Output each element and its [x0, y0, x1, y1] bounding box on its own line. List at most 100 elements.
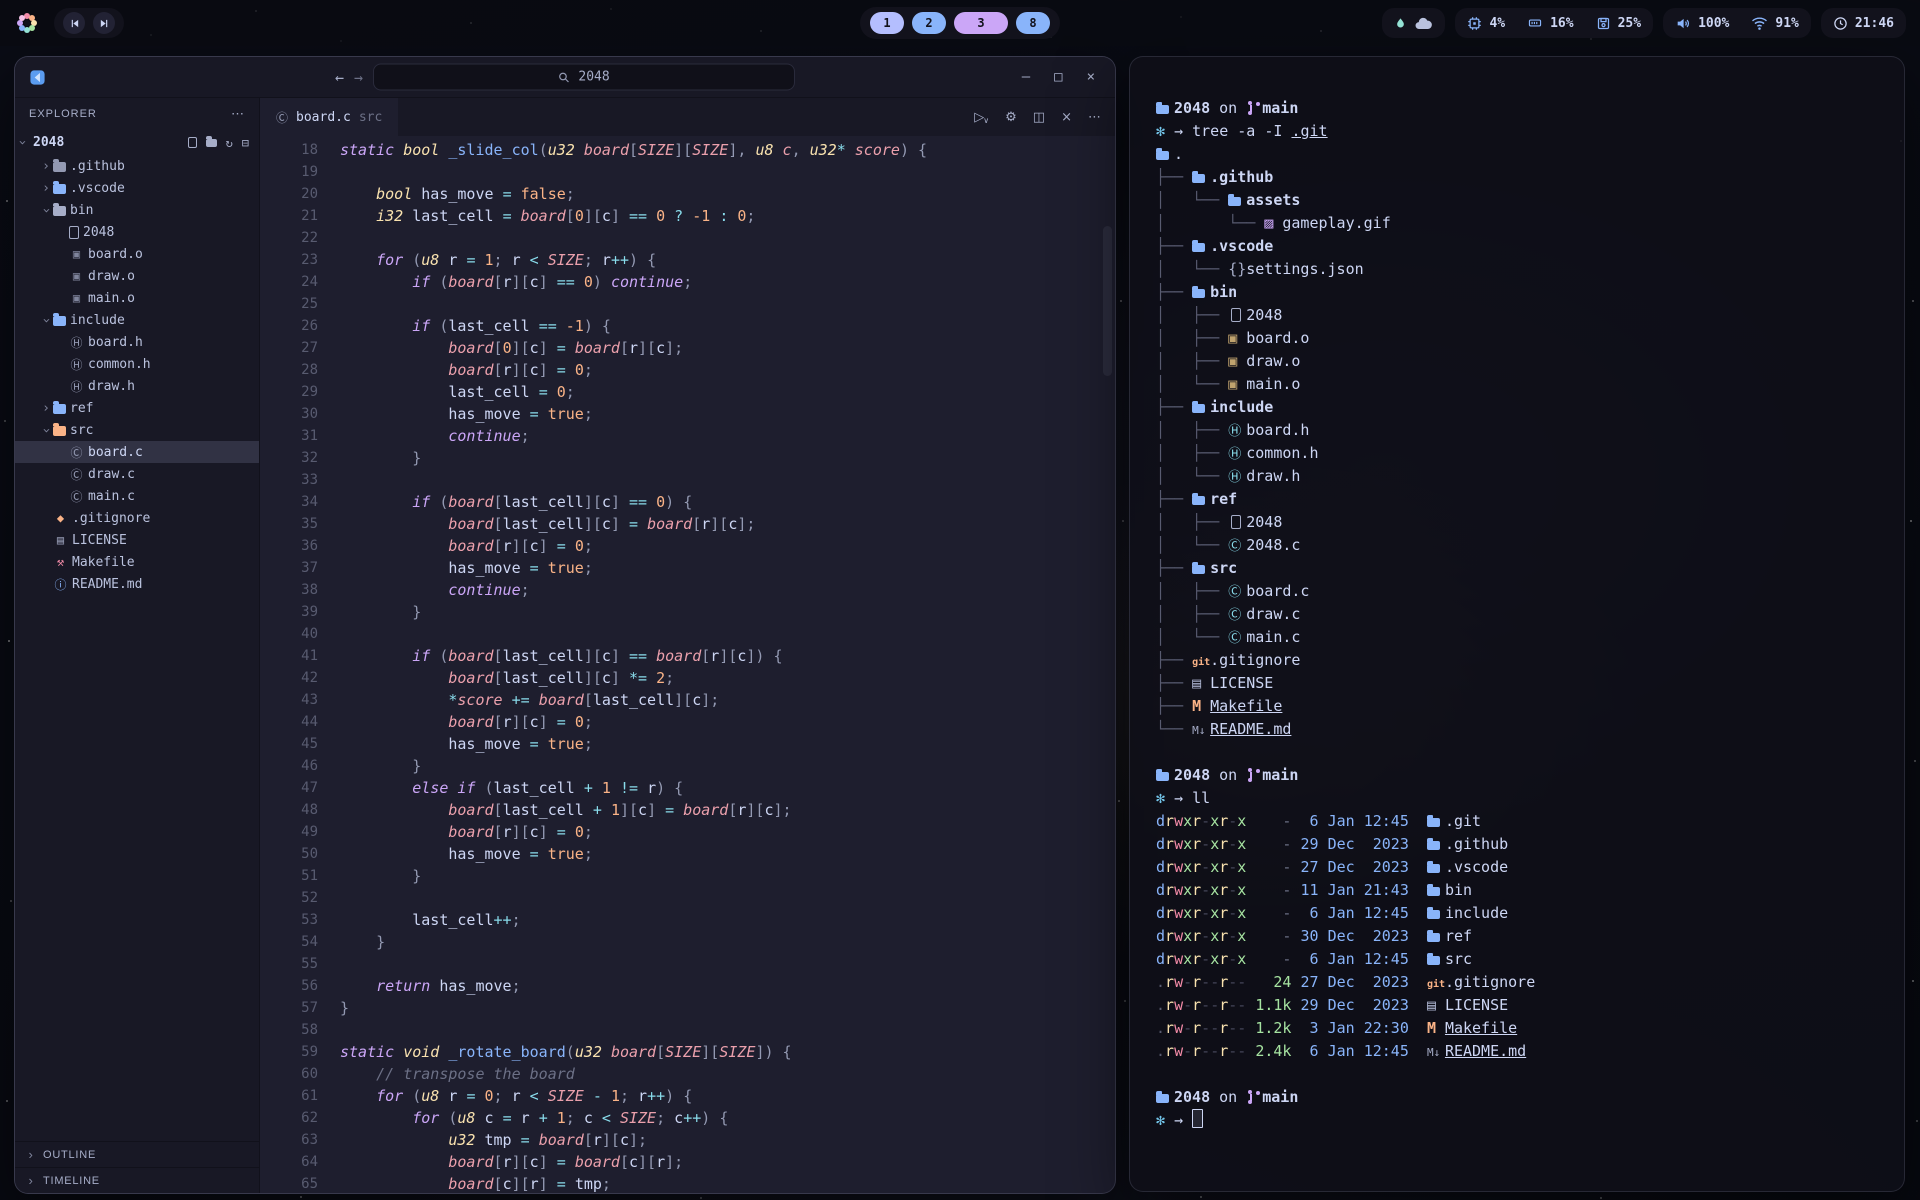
code-line[interactable]: 53 last_cell++;	[260, 909, 1115, 931]
system-logo-icon[interactable]	[14, 10, 40, 36]
media-next-button[interactable]	[93, 12, 115, 34]
code-line[interactable]: 51 }	[260, 865, 1115, 887]
code-line[interactable]: 62 for (u8 c = r + 1; c < SIZE; c++) {	[260, 1107, 1115, 1129]
explorer-item-board-h[interactable]: Ⓗboard.h	[15, 331, 259, 353]
explorer-item-2048[interactable]: 2048	[15, 221, 259, 243]
explorer-item-include[interactable]: ›include	[15, 309, 259, 331]
code-line[interactable]: 41 if (board[last_cell][c] == board[r][c…	[260, 645, 1115, 667]
workspace-1[interactable]: 1	[870, 12, 904, 34]
audio-network-widget[interactable]: 100% 91%	[1663, 8, 1811, 38]
code-line[interactable]: 46 }	[260, 755, 1115, 777]
workspace-3[interactable]: 3	[954, 12, 1008, 34]
code-line[interactable]: 52	[260, 887, 1115, 909]
explorer-item-readme-md[interactable]: ⓘREADME.md	[15, 573, 259, 595]
run-button[interactable]: ▷∨	[974, 110, 989, 125]
code-line[interactable]: 54 }	[260, 931, 1115, 953]
code-line[interactable]: 31 continue;	[260, 425, 1115, 447]
close-editor-icon[interactable]: ×	[1061, 110, 1072, 125]
code-line[interactable]: 55	[260, 953, 1115, 975]
explorer-item-gitignore[interactable]: ◆.gitignore	[15, 507, 259, 529]
editor-titlebar[interactable]: ← → 2048 – □ ×	[15, 57, 1115, 98]
code-line[interactable]: 23 for (u8 r = 1; r < SIZE; r++) {	[260, 249, 1115, 271]
explorer-item-bin[interactable]: ›bin	[15, 199, 259, 221]
code-line[interactable]: 24 if (board[r][c] == 0) continue;	[260, 271, 1115, 293]
editor-scrollbar[interactable]	[1103, 226, 1112, 376]
tab-board-c[interactable]: Ⓒ board.c src	[260, 98, 398, 136]
workspace-8[interactable]: 8	[1016, 12, 1050, 34]
code-line[interactable]: 36 board[r][c] = 0;	[260, 535, 1115, 557]
code-line[interactable]: 40	[260, 623, 1115, 645]
explorer-item-github[interactable]: ›.github	[15, 155, 259, 177]
code-line[interactable]: 18static bool _slide_col(u32 board[SIZE]…	[260, 139, 1115, 161]
settings-gear-icon[interactable]: ⚙	[1005, 110, 1017, 125]
code-line[interactable]: 61 for (u8 r = 0; r < SIZE - 1; r++) {	[260, 1085, 1115, 1107]
explorer-item-draw-h[interactable]: Ⓗdraw.h	[15, 375, 259, 397]
refresh-icon[interactable]: ↻	[226, 136, 233, 150]
close-button[interactable]: ×	[1087, 69, 1095, 85]
command-center-search[interactable]: 2048	[373, 64, 795, 91]
code-line[interactable]: 28 board[r][c] = 0;	[260, 359, 1115, 381]
code-line[interactable]: 56 return has_move;	[260, 975, 1115, 997]
code-line[interactable]: 47 else if (last_cell + 1 != r) {	[260, 777, 1115, 799]
explorer-more-icon[interactable]: ⋯	[231, 106, 245, 122]
code-line[interactable]: 43 *score += board[last_cell][c];	[260, 689, 1115, 711]
explorer-item-main-c[interactable]: Ⓒmain.c	[15, 485, 259, 507]
new-file-icon[interactable]	[188, 137, 197, 148]
code-line[interactable]: 38 continue;	[260, 579, 1115, 601]
code-line[interactable]: 44 board[r][c] = 0;	[260, 711, 1115, 733]
code-line[interactable]: 29 last_cell = 0;	[260, 381, 1115, 403]
system-metrics-widget[interactable]: 4% 16% 25%	[1455, 8, 1653, 38]
workspace-2[interactable]: 2	[912, 12, 946, 34]
media-prev-button[interactable]	[63, 12, 85, 34]
explorer-item-draw-o[interactable]: ▣draw.o	[15, 265, 259, 287]
code-line[interactable]: 65 board[c][r] = tmp;	[260, 1173, 1115, 1193]
code-editor[interactable]: 18static bool _slide_col(u32 board[SIZE]…	[260, 136, 1115, 1193]
explorer-item-ref[interactable]: ›ref	[15, 397, 259, 419]
code-line[interactable]: 20 bool has_move = false;	[260, 183, 1115, 205]
explorer-item-makefile[interactable]: ⚒Makefile	[15, 551, 259, 573]
code-line[interactable]: 22	[260, 227, 1115, 249]
code-line[interactable]: 32 }	[260, 447, 1115, 469]
code-line[interactable]: 30 has_move = true;	[260, 403, 1115, 425]
code-line[interactable]: 39 }	[260, 601, 1115, 623]
minimize-button[interactable]: –	[1022, 69, 1030, 85]
explorer-item-board-o[interactable]: ▣board.o	[15, 243, 259, 265]
explorer-item-main-o[interactable]: ▣main.o	[15, 287, 259, 309]
explorer-item-board-c[interactable]: Ⓒboard.c	[15, 441, 259, 463]
collapse-all-icon[interactable]: ⊟	[242, 136, 249, 150]
more-actions-icon[interactable]: ⋯	[1088, 110, 1101, 125]
explorer-item-license[interactable]: ▤LICENSE	[15, 529, 259, 551]
timeline-section[interactable]: › TIMELINE	[15, 1167, 259, 1193]
maximize-button[interactable]: □	[1054, 69, 1062, 85]
code-line[interactable]: 19	[260, 161, 1115, 183]
code-line[interactable]: 50 has_move = true;	[260, 843, 1115, 865]
code-line[interactable]: 27 board[0][c] = board[r][c];	[260, 337, 1115, 359]
explorer-item-vscode[interactable]: ›.vscode	[15, 177, 259, 199]
explorer-item-src[interactable]: ›src	[15, 419, 259, 441]
code-line[interactable]: 26 if (last_cell == -1) {	[260, 315, 1115, 337]
terminal-window[interactable]: 2048 on main✻ → tree -a -I .git.├── .git…	[1129, 56, 1905, 1192]
code-line[interactable]: 37 has_move = true;	[260, 557, 1115, 579]
code-line[interactable]: 33	[260, 469, 1115, 491]
code-line[interactable]: 59static void _rotate_board(u32 board[SI…	[260, 1041, 1115, 1063]
code-line[interactable]: 21 i32 last_cell = board[0][c] == 0 ? -1…	[260, 205, 1115, 227]
explorer-root-folder[interactable]: › 2048 ↻ ⊟	[15, 130, 259, 155]
code-line[interactable]: 42 board[last_cell][c] *= 2;	[260, 667, 1115, 689]
split-editor-icon[interactable]: ◫	[1033, 110, 1045, 125]
code-line[interactable]: 35 board[last_cell][c] = board[r][c];	[260, 513, 1115, 535]
code-line[interactable]: 49 board[r][c] = 0;	[260, 821, 1115, 843]
code-line[interactable]: 34 if (board[last_cell][c] == 0) {	[260, 491, 1115, 513]
code-line[interactable]: 57}	[260, 997, 1115, 1019]
outline-section[interactable]: › OUTLINE	[15, 1141, 259, 1167]
code-line[interactable]: 60 // transpose the board	[260, 1063, 1115, 1085]
explorer-item-common-h[interactable]: Ⓗcommon.h	[15, 353, 259, 375]
weather-widget[interactable]	[1382, 8, 1445, 38]
code-line[interactable]: 25	[260, 293, 1115, 315]
new-folder-icon[interactable]	[206, 139, 217, 147]
code-line[interactable]: 64 board[r][c] = board[c][r];	[260, 1151, 1115, 1173]
code-line[interactable]: 58	[260, 1019, 1115, 1041]
code-line[interactable]: 48 board[last_cell + 1][c] = board[r][c]…	[260, 799, 1115, 821]
explorer-item-draw-c[interactable]: Ⓒdraw.c	[15, 463, 259, 485]
nav-forward-button[interactable]: →	[354, 68, 363, 86]
nav-back-button[interactable]: ←	[335, 68, 344, 86]
